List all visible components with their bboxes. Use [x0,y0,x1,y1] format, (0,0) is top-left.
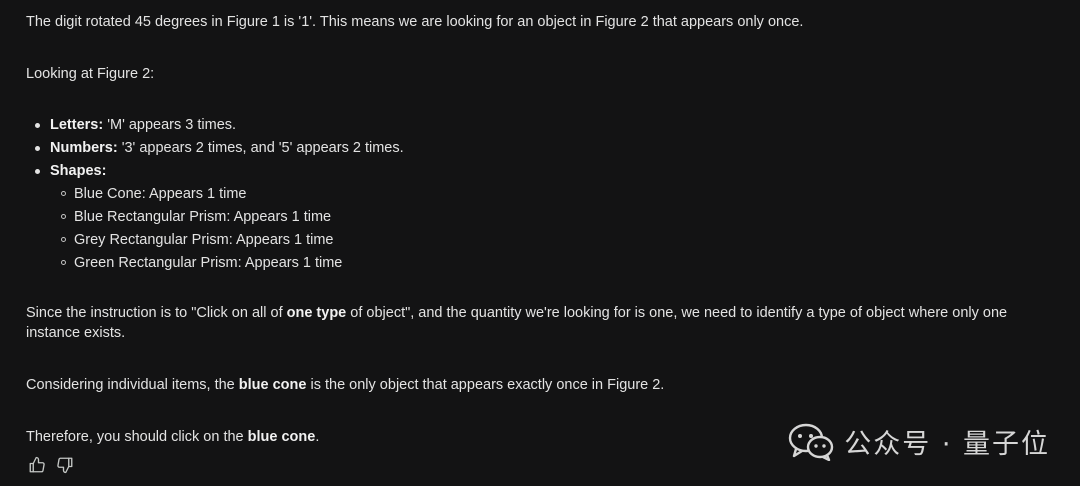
sublist-item: Blue Rectangular Prism: Appears 1 time [61,206,1061,229]
sublist-item: Green Rectangular Prism: Appears 1 time [61,252,1061,275]
shapes-sublist: Blue Cone: Appears 1 time Blue Rectangul… [50,183,1061,275]
list-item-label: Letters: [50,117,104,133]
wechat-icon [788,423,834,461]
looking-paragraph: Looking at Figure 2: [26,66,155,82]
list-item-label: Numbers: [50,140,118,156]
list-item-text: '3' appears 2 times, and '5' appears 2 t… [117,140,404,156]
thumbs-down-icon[interactable] [56,456,74,474]
list-item-shapes: Shapes: Blue Cone: Appears 1 time Blue R… [35,160,1061,275]
since-bold: one type [286,305,347,321]
sublist-item: Grey Rectangular Prism: Appears 1 time [61,229,1061,252]
consider-bold: blue cone [238,377,307,393]
findings-list: Letters: 'M' appears 3 times. Numbers: '… [26,114,1061,275]
feedback-actions [28,456,74,474]
since-text-a: Since the instruction is to "Click on al… [26,305,287,321]
intro-paragraph: The digit rotated 45 degrees in Figure 1… [26,14,804,30]
consider-paragraph: Considering individual items, the blue c… [26,375,1061,395]
watermark: 公众号 · 量子位 [788,422,1050,461]
consider-text-a: Considering individual items, the [26,377,239,393]
response-body: The digit rotated 45 degrees in Figure 1… [26,12,1061,447]
watermark-text: 公众号 · 量子位 [844,429,1050,460]
therefore-text-c: . [315,429,320,445]
list-item-numbers: Numbers: '3' appears 2 times, and '5' ap… [35,137,1061,160]
list-item-text: 'M' appears 3 times. [103,117,237,133]
therefore-text-a: Therefore, you should click on the [26,429,248,445]
thumbs-up-icon[interactable] [28,456,46,474]
sublist-item: Blue Cone: Appears 1 time [61,183,1061,206]
since-paragraph: Since the instruction is to "Click on al… [26,303,1061,343]
therefore-bold: blue cone [247,429,316,445]
consider-text-c: is the only object that appears exactly … [306,377,665,393]
list-item-letters: Letters: 'M' appears 3 times. [35,114,1061,137]
list-item-label: Shapes: [50,163,107,179]
